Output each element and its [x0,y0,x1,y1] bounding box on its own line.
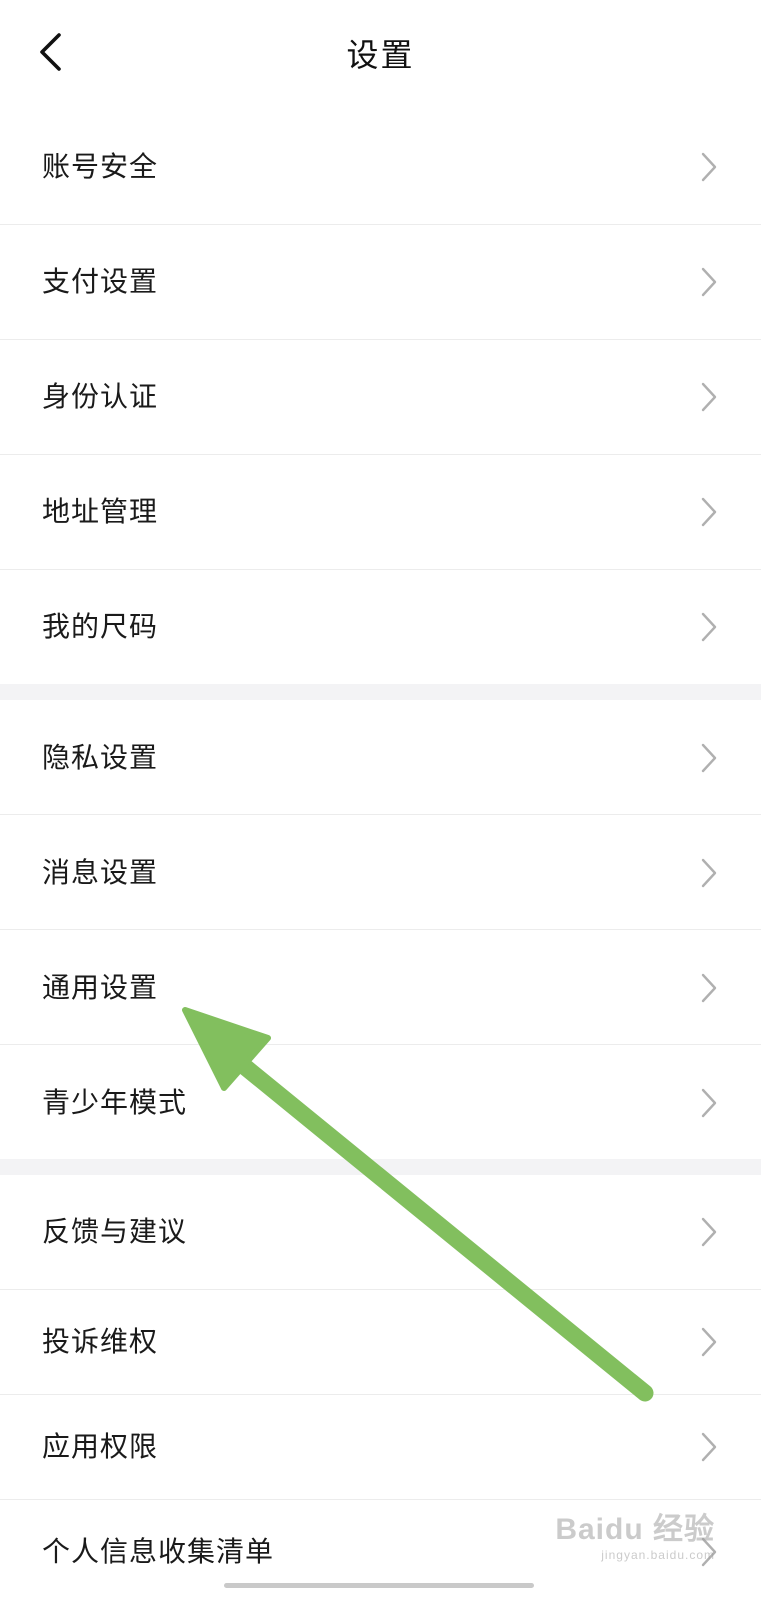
settings-item-label: 青少年模式 [42,1086,188,1119]
settings-item-teen-mode[interactable]: 青少年模式 [0,1045,761,1159]
chevron-right-icon [701,1088,717,1118]
settings-item-label: 反馈与建议 [42,1215,188,1248]
settings-item-privacy[interactable]: 隐私设置 [0,700,761,814]
settings-item-payment[interactable]: 支付设置 [0,225,761,339]
settings-item-label: 我的尺码 [42,610,159,643]
chevron-right-icon [701,382,717,412]
settings-item-general[interactable]: 通用设置 [0,930,761,1044]
settings-item-label: 账号安全 [42,150,159,183]
header-bar: 设置 [0,0,761,110]
chevron-right-icon [701,1327,717,1357]
chevron-right-icon [701,1432,717,1462]
chevron-right-icon [701,743,717,773]
settings-item-address[interactable]: 地址管理 [0,455,761,569]
chevron-right-icon [701,858,717,888]
watermark: Baidu 经验 jingyan.baidu.com [555,1504,715,1562]
settings-item-label: 个人信息收集清单 [42,1535,275,1568]
settings-item-my-size[interactable]: 我的尺码 [0,570,761,684]
settings-item-label: 消息设置 [42,856,159,889]
watermark-brand: Baidu 经验 [555,1513,715,1546]
chevron-right-icon [701,1217,717,1247]
chevron-right-icon [701,973,717,1003]
settings-item-label: 应用权限 [42,1430,159,1463]
settings-item-label: 通用设置 [42,971,159,1004]
settings-item-label: 隐私设置 [42,741,159,774]
page-title: 设置 [346,36,415,74]
settings-item-identity[interactable]: 身份认证 [0,340,761,454]
group-separator [0,684,761,700]
settings-item-label: 身份认证 [42,380,159,413]
group-separator [0,1159,761,1175]
settings-item-message[interactable]: 消息设置 [0,815,761,929]
watermark-url: jingyan.baidu.com [601,1548,715,1562]
settings-item-label: 地址管理 [42,495,159,528]
chevron-right-icon [701,612,717,642]
chevron-right-icon [701,152,717,182]
chevron-right-icon [701,267,717,297]
settings-item-label: 投诉维权 [42,1325,159,1358]
home-indicator[interactable] [224,1583,534,1588]
settings-item-complaint[interactable]: 投诉维权 [0,1290,761,1394]
settings-item-label: 支付设置 [42,265,159,298]
settings-item-app-permissions[interactable]: 应用权限 [0,1395,761,1499]
settings-item-feedback[interactable]: 反馈与建议 [0,1175,761,1289]
chevron-right-icon [701,497,717,527]
settings-item-account-security[interactable]: 账号安全 [0,110,761,224]
